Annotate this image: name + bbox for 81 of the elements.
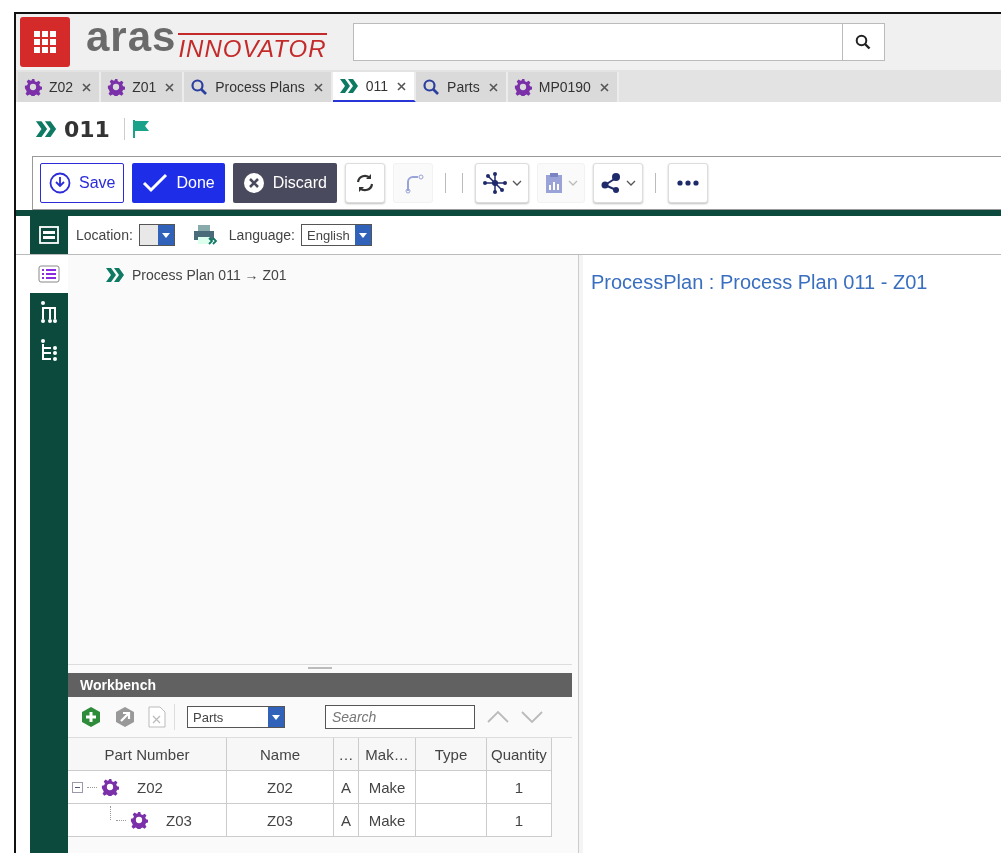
column-header[interactable]: Type <box>415 738 487 771</box>
list-view-icon[interactable] <box>30 255 68 293</box>
tab[interactable]: Z01 <box>101 72 185 102</box>
column-header[interactable]: Quantity <box>486 738 552 771</box>
tab[interactable]: 011 <box>332 72 417 102</box>
gear-icon <box>107 78 126 96</box>
caret-icon <box>358 232 367 238</box>
tab[interactable]: Process Plans <box>184 72 333 102</box>
language-label: Language: <box>228 227 295 243</box>
caret-icon <box>511 179 522 187</box>
table-cell: Make <box>368 778 406 796</box>
collapse-toggle[interactable] <box>72 781 83 793</box>
toolbar-button[interactable]: Save <box>40 163 125 203</box>
printer-icon[interactable] <box>192 224 217 246</box>
close-icon[interactable] <box>488 82 498 92</box>
checkmark-icon <box>142 173 169 193</box>
table-cell: 1 <box>514 811 524 829</box>
itemtype-dropdown[interactable]: Parts <box>187 706 285 728</box>
tab[interactable]: Parts <box>416 72 508 102</box>
flag-icon <box>130 119 151 139</box>
caret-icon <box>161 232 170 238</box>
table-cell: Z03 <box>267 811 293 829</box>
logo-wordmark: aras <box>86 16 177 58</box>
network-icon <box>481 172 508 194</box>
table-cell: Make <box>368 811 406 829</box>
table-cell: Z02 <box>137 778 163 796</box>
close-icon[interactable] <box>165 82 175 92</box>
location-dropdown[interactable] <box>138 224 175 246</box>
app-menu-icon[interactable] <box>20 17 70 67</box>
gear-icon <box>101 778 119 796</box>
search-icon <box>422 78 441 96</box>
toolbar-icon-button[interactable] <box>344 163 385 203</box>
chevrons-icon <box>34 120 58 138</box>
clipboard-chart-icon <box>543 172 564 194</box>
table-cell: A <box>341 778 351 796</box>
column-header[interactable]: … <box>333 738 359 771</box>
add-icon[interactable] <box>80 706 102 728</box>
table-cell: Z02 <box>267 778 293 796</box>
item-title: 011 <box>64 116 110 142</box>
open-arrow-icon[interactable] <box>114 706 136 728</box>
gear-icon <box>513 78 532 96</box>
close-circle-icon <box>242 172 265 194</box>
column-header[interactable]: Part Number <box>68 738 227 771</box>
close-icon[interactable] <box>82 82 92 92</box>
close-icon[interactable] <box>313 82 323 92</box>
caret-icon <box>272 714 280 720</box>
table-cell: A <box>341 811 351 829</box>
download-circle-icon <box>49 172 71 194</box>
gear-icon <box>130 811 148 829</box>
search-icon <box>855 34 872 50</box>
chevrons-icon <box>104 267 126 283</box>
caret-icon <box>567 179 578 187</box>
tree-node[interactable]: Process Plan 011 → Z01 <box>132 267 287 283</box>
search-field[interactable]: Search <box>325 705 475 729</box>
search-field[interactable] <box>352 23 843 61</box>
close-icon[interactable] <box>599 82 609 92</box>
toolbar-icon-button[interactable] <box>592 163 643 203</box>
column-header[interactable]: Mak… <box>358 738 416 771</box>
table-cell: Z03 <box>166 811 192 829</box>
search-icon <box>190 78 209 96</box>
close-icon[interactable] <box>397 81 407 91</box>
toolbar-icon-button[interactable] <box>667 163 708 203</box>
toolbar-button[interactable]: Discard <box>232 163 337 203</box>
form-title: ProcessPlan : Process Plan 011 - Z01 <box>591 271 929 294</box>
caret-icon <box>625 179 636 187</box>
gear-icon <box>24 78 42 96</box>
share-icon <box>599 172 622 194</box>
form-view-icon[interactable] <box>39 225 59 245</box>
chevrons-icon <box>338 78 359 94</box>
tab[interactable]: Z02 <box>18 72 102 102</box>
table-cell: 1 <box>514 778 524 796</box>
tab[interactable]: MP0190 <box>507 72 619 102</box>
language-dropdown[interactable]: English <box>301 224 372 246</box>
toolbar-button[interactable]: Done <box>132 163 225 203</box>
column-header[interactable]: Name <box>226 738 334 771</box>
logo-subtitle: INNOVATOR <box>178 33 327 63</box>
toolbar-icon-button[interactable] <box>474 163 529 203</box>
workbench-header: Workbench <box>68 673 572 697</box>
more-icon <box>676 179 699 187</box>
search-button[interactable] <box>842 23 885 61</box>
location-label: Location: <box>76 227 133 243</box>
